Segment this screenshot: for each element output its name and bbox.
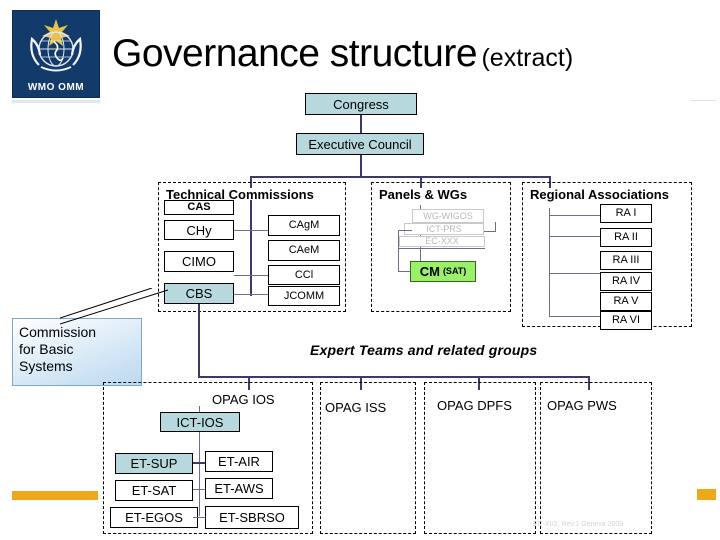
ra-spine <box>549 208 550 316</box>
connector-congress-ec <box>360 115 362 133</box>
panels-left-spine <box>398 230 399 272</box>
callout-line-2: for Basic <box>19 341 74 357</box>
regional-association-ra-iii[interactable]: RA III <box>600 251 652 270</box>
panel-item-wg-wigos[interactable]: WG-WIGOS <box>412 209 484 223</box>
opag-ios-label[interactable]: OPAG IOS <box>212 392 275 407</box>
expert-team-et-sbrso[interactable]: ET-SBRSO <box>205 506 299 529</box>
congress-box[interactable]: Congress <box>305 93 417 115</box>
panel-item-ec-xxx[interactable]: EC-XXX <box>399 236 485 247</box>
panels-right-spine <box>495 222 496 232</box>
footer-accent-right <box>697 489 716 500</box>
cm-sat-suffix: (SAT) <box>442 266 467 276</box>
et-link-egos-sbrso <box>193 517 205 518</box>
panels-link-top <box>398 230 412 231</box>
connector-ec-down <box>360 155 362 177</box>
regional-association-ra-vi[interactable]: RA VI <box>600 311 652 330</box>
expert-teams-label: Expert Teams and related groups <box>310 342 538 358</box>
expert-team-et-air[interactable]: ET-AIR <box>205 451 273 472</box>
executive-council-box[interactable]: Executive Council <box>296 133 424 155</box>
ra-link-4 <box>549 273 600 274</box>
commission-chy-box[interactable]: CHy <box>164 220 234 240</box>
footer-accent-left <box>12 491 98 500</box>
connector-cbs-down <box>198 304 200 322</box>
wmo-globe-laurel-emblem <box>30 19 82 72</box>
logo-label: WMO OMM <box>27 82 85 93</box>
panel-panels-wgs-title: Panels & WGs <box>379 187 468 202</box>
footer-note: EC-XI/2, Rev.1 Geneva 2009 <box>533 521 624 528</box>
header-rule <box>690 100 716 101</box>
expert-team-et-aws[interactable]: ET-AWS <box>205 478 273 499</box>
opag-iss-label[interactable]: OPAG ISS <box>325 400 386 415</box>
commission-cimo-box[interactable]: CIMO <box>164 251 234 272</box>
ra-link-6 <box>549 316 600 317</box>
logo-underline <box>12 100 100 103</box>
ict-ios-box[interactable]: ICT-IOS <box>160 412 240 432</box>
callout-commission-basic-systems: Commission for Basic Systems <box>12 318 142 386</box>
tc-link-chy-cagm <box>234 230 268 231</box>
commission-cagm-box[interactable]: CAgM <box>268 215 340 236</box>
tc-link-jcomm <box>234 294 268 295</box>
page-title: Governance structure (extract) <box>112 28 712 84</box>
opag-pws-label[interactable]: OPAG PWS <box>547 398 617 413</box>
tc-link-ccl <box>234 275 268 276</box>
opag-dpfs-label[interactable]: OPAG DPFS <box>437 398 512 413</box>
tc-spine <box>250 200 252 296</box>
et-link-sup-air <box>193 462 205 464</box>
commission-jcomm-box[interactable]: JCOMM <box>268 286 340 306</box>
commission-cas-box[interactable]: CAS <box>164 200 234 215</box>
regional-association-ra-ii[interactable]: RA II <box>600 228 652 247</box>
expert-team-et-sat[interactable]: ET-SAT <box>115 480 193 501</box>
page-title-extract: (extract) <box>481 44 574 72</box>
callout-leader-line <box>60 288 169 325</box>
panel-item-cm-sat[interactable]: CM (SAT) <box>410 261 476 282</box>
expert-team-et-sup[interactable]: ET-SUP <box>115 453 193 474</box>
connector-ec-spread <box>250 176 550 178</box>
regional-association-ra-iv[interactable]: RA IV <box>600 272 652 291</box>
connector-cbs-to-opag <box>198 322 200 377</box>
ra-link-1 <box>549 215 600 216</box>
panel-regional-associations-title: Regional Associations <box>530 187 669 202</box>
commission-caem-box[interactable]: CAeM <box>268 240 340 261</box>
opag-bus <box>198 376 590 378</box>
ra-link-2 <box>549 236 600 237</box>
panels-underline <box>399 248 485 249</box>
commission-ccl-box[interactable]: CCl <box>268 265 340 285</box>
regional-association-ra-i[interactable]: RA I <box>600 204 652 223</box>
et-link-sat-aws <box>193 489 205 490</box>
wmo-logo: WMO OMM <box>12 10 100 98</box>
callout-line-3: Systems <box>19 358 73 374</box>
expert-team-et-egos[interactable]: ET-EGOS <box>110 507 198 528</box>
regional-association-ra-v[interactable]: RA V <box>600 292 652 311</box>
cm-label: CM <box>419 264 440 279</box>
panels-link-cm <box>398 271 410 272</box>
panel-item-ict-prs[interactable]: ICT-PRS <box>404 223 484 235</box>
page-title-main: Governance structure <box>112 32 478 75</box>
